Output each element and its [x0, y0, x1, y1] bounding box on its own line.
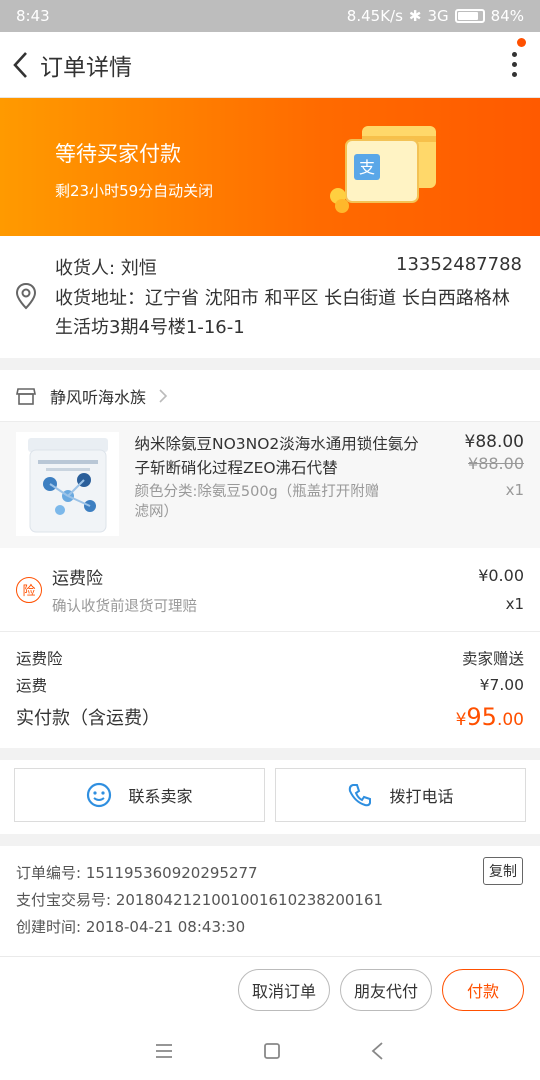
order-status-banner: 等待买家付款 剩23小时59分自动关闭 支	[0, 98, 540, 236]
product-original-price: ¥88.00	[468, 454, 524, 473]
bluetooth-icon: ✱	[408, 7, 422, 25]
auto-close-countdown: 剩23小时59分自动关闭	[55, 182, 214, 200]
address-detail: 收货地址：辽宁省 沈阳市 和平区 长白街道 长白西路格林生活坊3期4号楼1-16…	[55, 288, 510, 338]
more-icon[interactable]	[494, 45, 534, 85]
contact-bar: 联系卖家 拨打电话	[0, 760, 540, 834]
order-created-time: 创建时间: 2018-04-21 08:43:30	[16, 918, 246, 936]
order-status: 等待买家付款	[55, 142, 181, 166]
location-icon	[15, 282, 37, 310]
fee-insurance-value: 卖家赠送	[461, 649, 524, 668]
insurance-icon: 险	[16, 576, 42, 603]
shop-header[interactable]: 静风听海水族	[0, 370, 540, 422]
battery-percent: 84%	[490, 7, 524, 25]
total-label: 实付款（含运费）	[16, 708, 160, 729]
notification-dot	[517, 38, 526, 47]
copy-order-number-button[interactable]: 复制	[483, 857, 523, 885]
total-integer: 95	[466, 703, 497, 731]
back-icon[interactable]	[6, 45, 34, 85]
status-bar: 8:43 8.45K/s ✱ 3G 84%	[0, 0, 540, 32]
insurance-title: 运费险	[52, 568, 103, 589]
wallet-illustration-icon: 支	[330, 126, 436, 213]
contact-seller-button[interactable]: 联系卖家	[14, 768, 265, 822]
product-quantity: x1	[505, 481, 524, 499]
section-divider	[0, 358, 540, 370]
status-time: 8:43	[16, 7, 50, 25]
phone-icon	[347, 782, 373, 808]
product-jar-image	[16, 432, 120, 536]
fee-shipping-value: ¥7.00	[479, 675, 524, 694]
chevron-right-icon	[159, 388, 168, 403]
order-actions: 取消订单 朋友代付 付款	[0, 956, 540, 1022]
shipping-insurance[interactable]: 险 运费险 确认收货前退货可理赔 ¥0.00 x1	[0, 548, 540, 632]
product-item[interactable]: 纳米除氨豆NO3NO2淡海水通用锁住氨分子斩断硝化过程ZEO沸石代替 颜色分类:…	[0, 422, 540, 548]
insurance-quantity: x1	[505, 595, 524, 613]
shop-name: 静风听海水族	[50, 387, 147, 407]
section-divider	[0, 748, 540, 760]
order-number: 订单编号: 151195360920295277	[16, 864, 258, 882]
shop-icon	[16, 387, 36, 405]
menu-icon[interactable]	[154, 1043, 174, 1059]
network-type: 3G	[427, 7, 449, 25]
call-phone-label: 拨打电话	[389, 787, 454, 806]
fee-insurance-label: 运费险	[16, 649, 63, 668]
svg-text:支: 支	[359, 158, 375, 177]
insurance-desc: 确认收货前退货可理赔	[52, 598, 197, 615]
nav-bar: 订单详情	[0, 32, 540, 98]
pay-button[interactable]: 付款	[442, 968, 524, 1011]
section-divider	[0, 834, 540, 846]
cancel-order-button[interactable]: 取消订单	[238, 968, 330, 1011]
insurance-price: ¥0.00	[478, 566, 524, 585]
page-title: 订单详情	[40, 54, 132, 81]
product-price: ¥88.00	[464, 432, 524, 452]
order-info: 订单编号: 151195360920295277 支付宝交易号: 2018042…	[0, 846, 540, 958]
receiver-phone: 13352487788	[396, 254, 522, 275]
fee-shipping-label: 运费	[16, 676, 48, 695]
call-phone-button[interactable]: 拨打电话	[275, 768, 526, 822]
product-sku: 颜色分类:除氨豆500g（瓶盖打开附赠滤网）	[134, 484, 380, 520]
chat-icon	[86, 782, 112, 808]
alipay-transaction-number: 支付宝交易号: 2018042121001001610238200161	[16, 891, 384, 909]
fee-summary: 运费险 卖家赠送 运费 ¥7.00 实付款（含运费） ¥95.00	[0, 632, 540, 748]
total-amount: ¥95.00	[456, 703, 524, 731]
product-title: 纳米除氨豆NO3NO2淡海水通用锁住氨分子斩断硝化过程ZEO沸石代替	[134, 435, 419, 477]
network-speed: 8.45K/s	[346, 7, 403, 25]
contact-seller-label: 联系卖家	[128, 787, 193, 806]
total-decimal: .00	[496, 710, 524, 730]
home-square-icon[interactable]	[263, 1042, 281, 1060]
back-triangle-icon[interactable]	[370, 1041, 386, 1061]
friend-pay-button[interactable]: 朋友代付	[340, 968, 432, 1011]
battery-icon	[454, 9, 485, 23]
shipping-address[interactable]: 收货人: 刘恒 13352487788 收货地址：辽宁省 沈阳市 和平区 长白街…	[0, 236, 540, 358]
product-thumbnail[interactable]	[16, 432, 120, 536]
total-currency: ¥	[455, 710, 467, 730]
system-navigation	[0, 1022, 540, 1080]
receiver-name: 收货人: 刘恒	[55, 258, 157, 279]
